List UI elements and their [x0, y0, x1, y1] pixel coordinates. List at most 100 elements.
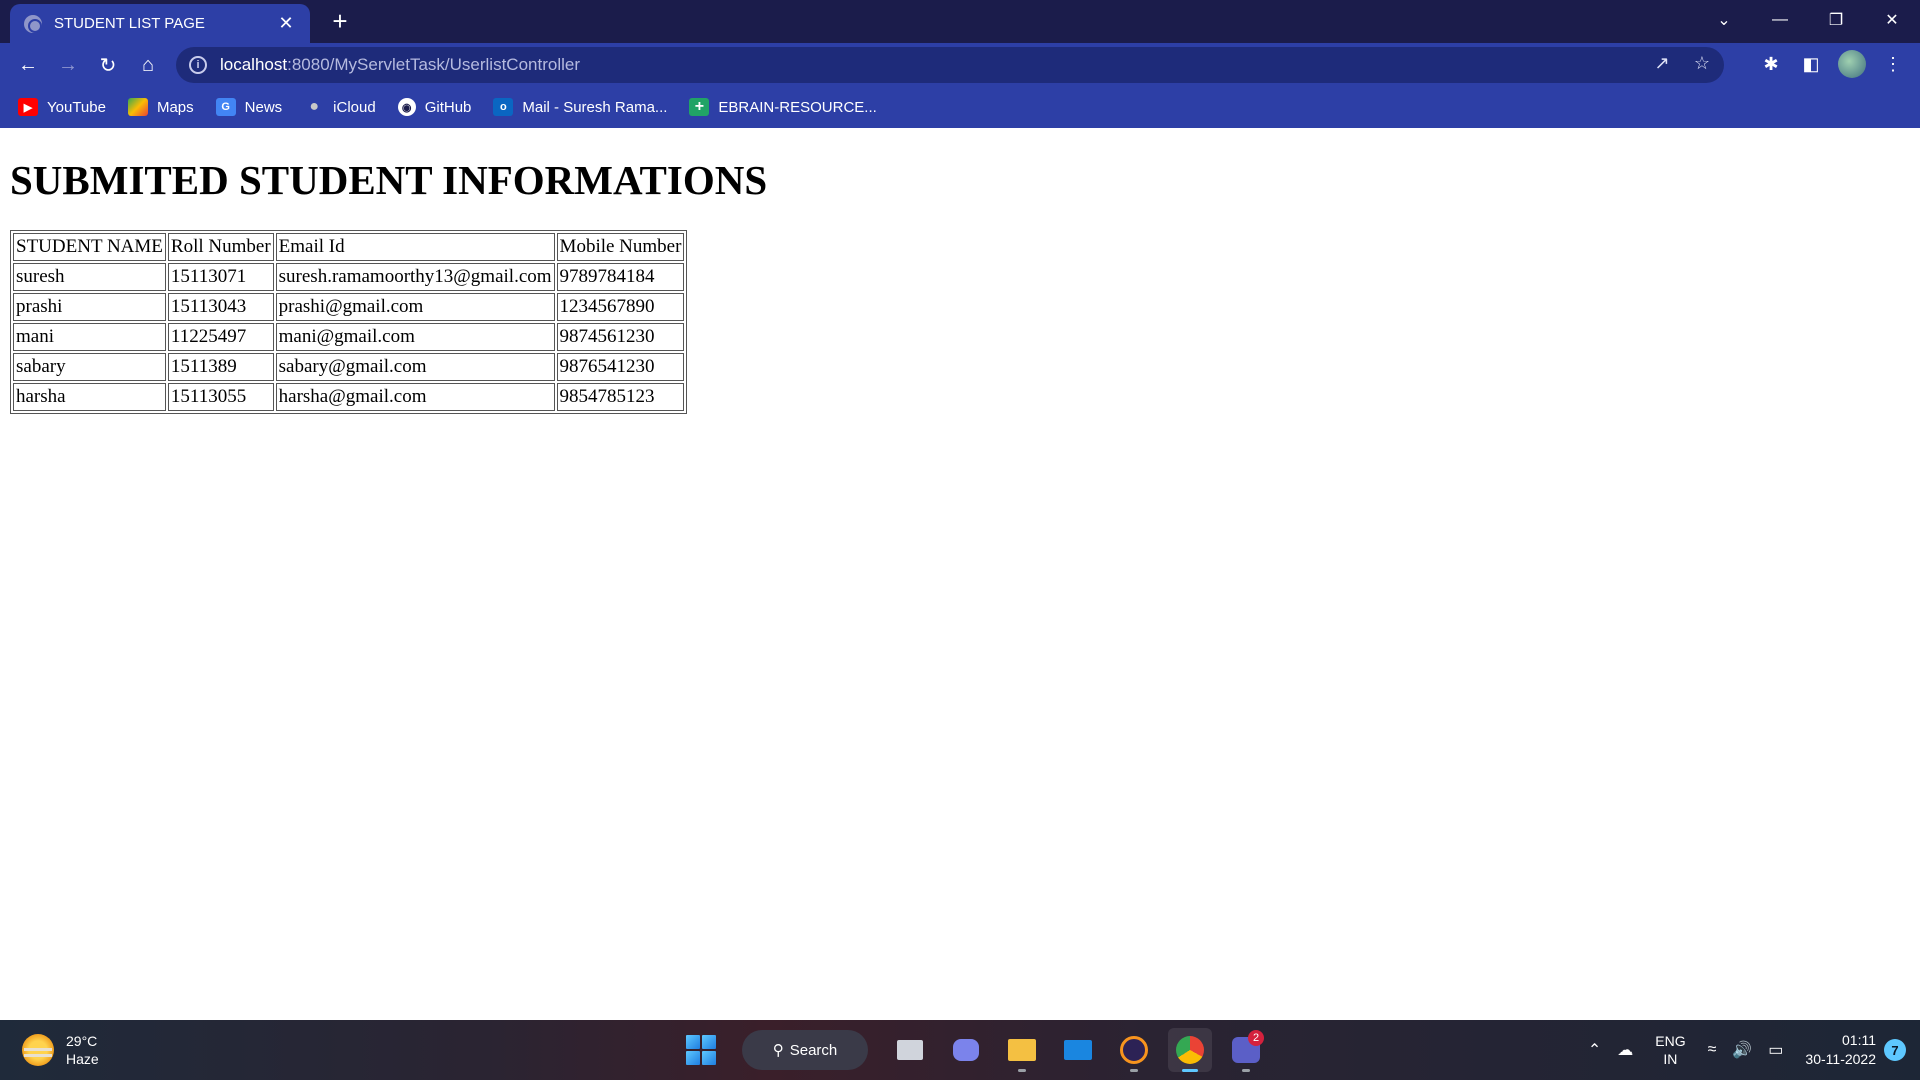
url-host: localhost [220, 55, 288, 74]
bookmark-label: EBRAIN-RESOURCE... [718, 98, 877, 116]
language-indicator[interactable]: ENG IN [1655, 1032, 1685, 1068]
table-cell: suresh [13, 263, 166, 291]
tab-search-chevron-icon[interactable]: ⌄ [1696, 0, 1752, 40]
close-window-icon[interactable]: ✕ [1864, 0, 1920, 40]
page-content: SUBMITED STUDENT INFORMATIONS STUDENT NA… [0, 128, 1920, 1020]
address-bar[interactable]: i localhost:8080/MyServletTask/UserlistC… [176, 47, 1724, 83]
bookmark-label: GitHub [424, 98, 472, 116]
bookmark-maps[interactable]: Maps [127, 98, 194, 116]
bookmark-label: Maps [156, 98, 194, 116]
chrome-icon[interactable] [1168, 1028, 1212, 1072]
table-row: mani 11225497 mani@gmail.com 9874561230 [13, 323, 685, 351]
window-controls: ⌄ — ❐ ✕ [1696, 0, 1920, 40]
table-cell: 11225497 [167, 323, 274, 351]
table-row: sabary 1511389 sabary@gmail.com 98765412… [13, 353, 685, 381]
restore-icon[interactable]: ❐ [1808, 0, 1864, 40]
table-cell: prashi [13, 293, 166, 321]
browser-tab[interactable]: STUDENT LIST PAGE ✕ [10, 4, 310, 43]
profile-avatar[interactable] [1838, 50, 1866, 78]
column-header: Mobile Number [556, 233, 685, 261]
battery-icon[interactable]: ▭ [1768, 1040, 1783, 1060]
haze-sun-icon [22, 1034, 54, 1066]
table-cell: 15113055 [167, 383, 274, 411]
reload-icon[interactable]: ↻ [92, 49, 124, 81]
bookmark-github[interactable]: ◉ GitHub [397, 98, 472, 116]
student-table: STUDENT NAME Roll Number Email Id Mobile… [10, 230, 688, 414]
table-cell: 1511389 [167, 353, 274, 381]
share-icon[interactable]: ↗ [1650, 53, 1674, 74]
table-cell: sabary@gmail.com [275, 353, 555, 381]
eclipse-ide-icon[interactable] [1112, 1028, 1156, 1072]
file-explorer-icon[interactable] [1000, 1028, 1044, 1072]
clock-date: 30-11-2022 [1805, 1051, 1876, 1067]
table-cell: sabary [13, 353, 166, 381]
bookmark-label: iCloud [333, 98, 376, 116]
table-cell: 1234567890 [556, 293, 685, 321]
table-cell: 15113071 [167, 263, 274, 291]
table-cell: suresh.ramamoorthy13@gmail.com [275, 263, 555, 291]
site-info-icon[interactable]: i [189, 56, 207, 74]
extensions-puzzle-icon[interactable]: ✱ [1758, 49, 1784, 79]
globe-icon [24, 14, 42, 33]
new-tab-button[interactable]: + [325, 6, 355, 36]
bookmark-star-icon[interactable]: ☆ [1690, 53, 1714, 74]
url-path: :8080/MyServletTask/UserlistController [287, 55, 580, 74]
teams-chat-icon[interactable] [944, 1028, 988, 1072]
chevron-up-icon[interactable]: ⌃ [1588, 1040, 1601, 1060]
task-view-icon[interactable] [888, 1028, 932, 1072]
minimize-icon[interactable]: — [1752, 0, 1808, 40]
mail-icon[interactable] [1056, 1028, 1100, 1072]
plus-green-icon: + [689, 98, 710, 116]
windows-start-icon[interactable] [686, 1035, 716, 1065]
notification-count-badge[interactable]: 7 [1884, 1039, 1906, 1061]
close-tab-icon[interactable]: ✕ [276, 13, 296, 34]
page-title: SUBMITED STUDENT INFORMATIONS [10, 157, 768, 203]
github-icon: ◉ [397, 98, 416, 116]
maps-icon [127, 98, 148, 116]
system-tray: ⌃ ☁ ENG IN ≈ 🔊 ▭ 01:11 30-11-2022 7 [1580, 1020, 1920, 1080]
weather-widget[interactable]: 29°C Haze [22, 1032, 99, 1068]
forward-arrow-icon[interactable]: → [52, 49, 84, 81]
menu-kebab-icon[interactable]: ⋮ [1880, 49, 1906, 79]
clock-time: 01:11 [1842, 1032, 1876, 1048]
table-cell: harsha@gmail.com [275, 383, 555, 411]
outlook-icon: o [493, 98, 514, 116]
table-cell: 9874561230 [556, 323, 685, 351]
back-arrow-icon[interactable]: ← [12, 49, 44, 81]
volume-icon[interactable]: 🔊 [1732, 1040, 1752, 1060]
clock[interactable]: 01:11 30-11-2022 [1805, 1031, 1876, 1069]
weather-temp: 29°C [66, 1033, 98, 1049]
table-header-row: STUDENT NAME Roll Number Email Id Mobile… [13, 233, 685, 261]
lang-region: IN [1663, 1051, 1678, 1067]
tab-strip: STUDENT LIST PAGE ✕ + ⌄ — ❐ ✕ [0, 0, 1920, 43]
search-label: Search [789, 1041, 838, 1059]
windows-taskbar: 29°C Haze ⚲ Search 2 ⌃ ☁ ENG IN ≈ 🔊 ▭ 01… [0, 1020, 1920, 1080]
home-icon[interactable]: ⌂ [132, 49, 164, 81]
table-row: harsha 15113055 harsha@gmail.com 9854785… [13, 383, 685, 411]
weather-desc: Haze [66, 1051, 99, 1067]
taskbar-search-button[interactable]: ⚲ Search [742, 1030, 868, 1070]
table-cell: harsha [13, 383, 166, 411]
wifi-icon[interactable]: ≈ [1708, 1041, 1717, 1059]
bookmark-ebrain[interactable]: + EBRAIN-RESOURCE... [689, 98, 877, 116]
table-cell: 9854785123 [556, 383, 685, 411]
bookmark-label: YouTube [47, 98, 106, 116]
bookmark-icloud[interactable]: ● iCloud [304, 98, 376, 116]
browser-toolbar: ← → ↻ ⌂ i localhost:8080/MyServletTask/U… [0, 43, 1920, 86]
teams-icon[interactable]: 2 [1224, 1028, 1268, 1072]
table-cell: 9876541230 [556, 353, 685, 381]
bookmark-news[interactable]: G News [215, 98, 283, 116]
bookmark-label: Mail - Suresh Rama... [522, 98, 668, 116]
omnibox-actions: ↗ ☆ [1650, 53, 1714, 74]
lang-code: ENG [1655, 1033, 1686, 1049]
bookmark-youtube[interactable]: ▶ YouTube [18, 98, 106, 116]
bookmark-label: News [244, 98, 283, 116]
onedrive-cloud-icon[interactable]: ☁ [1617, 1040, 1633, 1060]
tab-title: STUDENT LIST PAGE [54, 15, 205, 32]
table-row: suresh 15113071 suresh.ramamoorthy13@gma… [13, 263, 685, 291]
table-cell: mani [13, 323, 166, 351]
bookmark-mail[interactable]: o Mail - Suresh Rama... [493, 98, 667, 116]
table-cell: prashi@gmail.com [275, 293, 555, 321]
side-panel-icon[interactable]: ◧ [1798, 49, 1824, 79]
column-header: Roll Number [167, 233, 274, 261]
